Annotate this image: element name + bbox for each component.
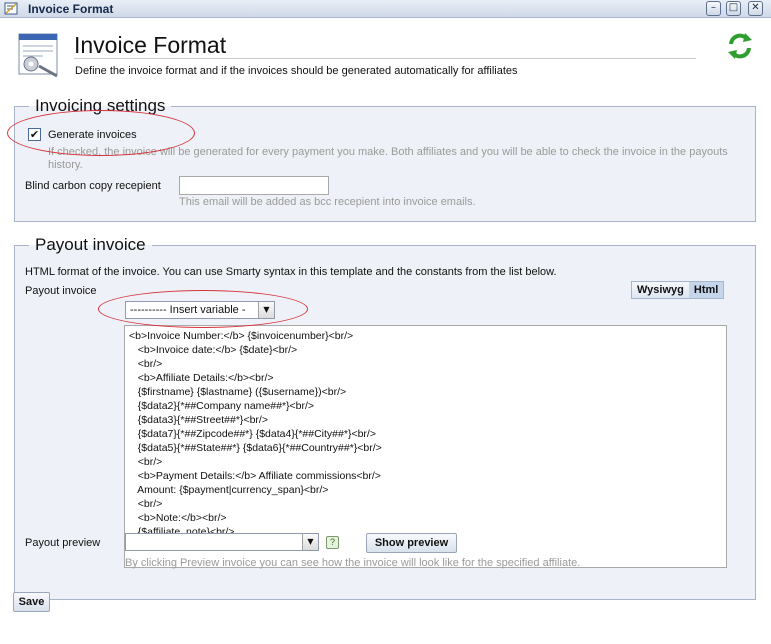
header-divider	[74, 58, 696, 59]
payout-invoice-legend: Payout invoice	[35, 235, 146, 254]
bcc-hint: This email will be added as bcc recepien…	[179, 196, 476, 208]
window-title: Invoice Format	[28, 2, 114, 16]
insert-variable-value: ---------- Insert variable -	[130, 304, 246, 316]
payout-preview-hint: By clicking Preview invoice you can see …	[125, 557, 581, 569]
maximize-button[interactable]: □	[726, 1, 741, 16]
minimize-button[interactable]: –	[706, 1, 721, 16]
payout-description: HTML format of the invoice. You can use …	[25, 266, 557, 278]
invoice-format-icon	[18, 33, 58, 78]
code-line: {$data7}{*##Zipcode##*} {$data4}{*##City…	[129, 428, 376, 440]
generate-invoices-hint: If checked, the invoice will be generate…	[48, 146, 728, 158]
code-line: <br/>	[129, 358, 163, 370]
code-line: <b>Invoice date:</b> {$date}<br/>	[129, 344, 298, 356]
payout-preview-label: Payout preview	[25, 537, 101, 549]
page-title: Invoice Format	[74, 32, 227, 58]
generate-invoices-checkbox[interactable]: ✔	[28, 128, 41, 141]
chevron-down-icon[interactable]: ▼	[258, 302, 274, 318]
code-line: <br/>	[129, 456, 163, 468]
wysiwyg-mode-button[interactable]: Wysiwyg	[632, 282, 689, 298]
invoicing-settings-legend: Invoicing settings	[35, 96, 166, 115]
html-mode-button[interactable]: Html	[688, 282, 724, 298]
window-titlebar: Invoice Format – □ ✕	[0, 0, 771, 18]
help-icon[interactable]: ?	[326, 536, 339, 549]
code-line: {$data5}{*##State##*} {$data6}{*##Countr…	[129, 442, 382, 454]
invoice-html-editor[interactable]: <b>Invoice Number:</b> {$invoicenumber}<…	[124, 325, 727, 568]
code-line: <b>Affiliate Details:</b><br/>	[129, 372, 274, 384]
invoice-html-code: <b>Invoice Number:</b> {$invoicenumber}<…	[129, 329, 382, 539]
code-line: Amount: {$payment|currency_span}<br/>	[129, 484, 329, 496]
insert-variable-select[interactable]: ---------- Insert variable - ▼	[125, 301, 275, 319]
code-line: <b>Payment Details:</b> Affiliate commis…	[129, 470, 381, 482]
editor-mode-toggle: Wysiwyg Html	[631, 281, 725, 299]
code-line: {$data3}{*##Street##*}<br/>	[129, 414, 268, 426]
bcc-input[interactable]	[179, 176, 329, 195]
payout-invoice-label: Payout invoice	[25, 285, 97, 297]
code-line: {$firstname} {$lastname} ({$username})<b…	[129, 386, 347, 398]
app-icon	[4, 2, 18, 15]
save-button[interactable]: Save	[13, 592, 50, 612]
code-line: <b>Invoice Number:</b> {$invoicenumber}<…	[129, 330, 354, 342]
refresh-icon[interactable]	[725, 31, 755, 61]
generate-invoices-label: Generate invoices	[48, 129, 137, 141]
code-line: <b>Note:</b><br/>	[129, 512, 227, 524]
invoice-format-window: Invoice Format Define the invoice format…	[0, 18, 771, 644]
bcc-label: Blind carbon copy recepient	[25, 180, 161, 192]
generate-invoices-hint-2: history.	[48, 159, 83, 171]
code-line: <br/>	[129, 498, 163, 510]
page-description: Define the invoice format and if the inv…	[75, 65, 518, 77]
chevron-down-icon[interactable]: ▼	[302, 534, 318, 550]
payout-preview-select[interactable]: ▼	[125, 533, 319, 551]
code-line: {$data2}{*##Company name##*}<br/>	[129, 400, 315, 412]
show-preview-button[interactable]: Show preview	[366, 533, 457, 553]
close-button[interactable]: ✕	[748, 1, 763, 16]
